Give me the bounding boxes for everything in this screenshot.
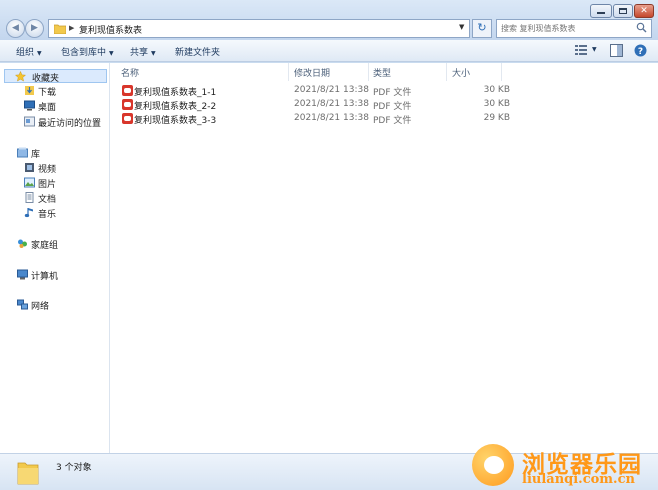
column-divider[interactable] bbox=[368, 63, 369, 81]
breadcrumb-current[interactable]: 复利现值系数表 bbox=[79, 23, 142, 36]
homegroup-icon bbox=[18, 239, 27, 248]
new-folder-button[interactable]: 新建文件夹 bbox=[175, 45, 220, 58]
nav-network-label: 网络 bbox=[31, 302, 50, 312]
share-button[interactable]: 共享 ▼ bbox=[130, 45, 156, 58]
command-bar: 组织 ▼ 包含到库中 ▼ 共享 ▼ 新建文件夹 ▼ ? bbox=[0, 40, 658, 62]
chevron-down-icon: ▼ bbox=[37, 50, 42, 57]
computer-icon bbox=[17, 269, 28, 280]
organize-label: 组织 bbox=[16, 48, 35, 58]
nav-libraries-label: 库 bbox=[31, 150, 41, 160]
video-icon bbox=[25, 163, 34, 172]
column-divider[interactable] bbox=[288, 63, 289, 81]
search-input[interactable] bbox=[501, 22, 631, 35]
chevron-down-icon: ▼ bbox=[109, 50, 114, 57]
navigation-pane: 收藏夹 下载 桌面 最近访问的位置 库 视频 图片 文档 音乐 家庭组 计算机 … bbox=[0, 63, 110, 453]
forward-button[interactable]: ▶ bbox=[25, 19, 44, 38]
file-size: 30 KB bbox=[483, 85, 510, 95]
file-date: 2021/8/21 13:38 bbox=[294, 85, 369, 95]
nav-videos-label: 视频 bbox=[38, 165, 57, 175]
pdf-file-icon bbox=[122, 113, 133, 124]
file-row[interactable]: 复利现值系数表_1-1 2021/8/21 13:38 PDF 文件 30 KB bbox=[120, 84, 510, 98]
view-dropdown-icon[interactable]: ▼ bbox=[592, 46, 597, 53]
maximize-button[interactable] bbox=[613, 4, 633, 18]
nav-pictures-label: 图片 bbox=[38, 180, 57, 190]
new-folder-label: 新建文件夹 bbox=[175, 48, 221, 58]
nav-favorites[interactable]: 收藏夹 bbox=[4, 69, 107, 84]
file-name: 复利现值系数表_1-1 bbox=[134, 88, 217, 98]
music-note-icon bbox=[24, 208, 33, 218]
nav-homegroup-label: 家庭组 bbox=[31, 241, 59, 251]
file-date: 2021/8/21 13:38 bbox=[294, 99, 369, 109]
address-dropdown-icon[interactable]: ▼ bbox=[459, 23, 464, 31]
column-header-name[interactable]: 名称 bbox=[121, 66, 139, 79]
column-divider[interactable] bbox=[501, 63, 502, 81]
file-name: 复利现值系数表_2-2 bbox=[134, 102, 217, 112]
organize-button[interactable]: 组织 ▼ bbox=[16, 45, 42, 58]
forward-arrow-icon: ▶ bbox=[31, 23, 38, 33]
include-in-library-label: 包含到库中 bbox=[61, 48, 107, 58]
file-row[interactable]: 复利现值系数表_2-2 2021/8/21 13:38 PDF 文件 30 KB bbox=[120, 98, 510, 112]
include-in-library-button[interactable]: 包含到库中 ▼ bbox=[61, 45, 114, 58]
column-header-size[interactable]: 大小 bbox=[452, 66, 470, 79]
nav-recent-places-label: 最近访问的位置 bbox=[38, 119, 102, 129]
svg-text:?: ? bbox=[638, 47, 643, 57]
folder-large-icon bbox=[17, 462, 39, 485]
file-name: 复利现值系数表_3-3 bbox=[134, 116, 217, 126]
watermark: 浏览器乐园 liulanqi.com.cn bbox=[470, 441, 656, 489]
library-icon bbox=[17, 147, 28, 158]
share-label: 共享 bbox=[130, 48, 149, 58]
nav-favorites-label: 收藏夹 bbox=[32, 74, 60, 84]
download-folder-icon bbox=[25, 86, 34, 95]
column-header-type[interactable]: 类型 bbox=[373, 66, 391, 79]
file-type: PDF 文件 bbox=[373, 116, 412, 126]
pdf-file-icon bbox=[122, 85, 133, 96]
help-icon[interactable]: ? bbox=[634, 44, 647, 57]
back-arrow-icon: ◀ bbox=[12, 23, 19, 33]
nav-documents-label: 文档 bbox=[38, 195, 57, 205]
watermark-logo-icon bbox=[472, 444, 514, 486]
address-bar[interactable]: ▶ 复利现值系数表 ▼ bbox=[48, 19, 470, 38]
file-size: 29 KB bbox=[483, 113, 510, 123]
minimize-button[interactable] bbox=[590, 4, 612, 18]
search-box[interactable] bbox=[496, 19, 652, 38]
nav-music-label: 音乐 bbox=[38, 210, 57, 220]
pdf-file-icon bbox=[122, 99, 133, 110]
nav-computer-label: 计算机 bbox=[31, 272, 59, 282]
file-type: PDF 文件 bbox=[373, 102, 412, 112]
file-type: PDF 文件 bbox=[373, 88, 412, 98]
nav-desktop-label: 桌面 bbox=[38, 103, 57, 113]
item-count: 3 个对象 bbox=[56, 463, 92, 473]
network-icon bbox=[17, 299, 28, 310]
minimize-icon bbox=[597, 12, 605, 14]
watermark-url: liulanqi.com.cn bbox=[522, 472, 635, 487]
search-icon[interactable] bbox=[636, 22, 647, 33]
nav-downloads-label: 下载 bbox=[38, 88, 57, 98]
column-divider[interactable] bbox=[446, 63, 447, 81]
maximize-icon bbox=[619, 8, 627, 14]
desktop-icon bbox=[24, 100, 35, 111]
recent-places-icon bbox=[24, 116, 35, 127]
file-row[interactable]: 复利现值系数表_3-3 2021/8/21 13:38 PDF 文件 29 KB bbox=[120, 112, 510, 126]
star-icon bbox=[15, 71, 26, 82]
document-icon bbox=[25, 192, 34, 203]
title-bar: ✕ ◀ ▶ ▶ 复利现值系数表 ▼ ↻ bbox=[0, 0, 658, 40]
file-size: 30 KB bbox=[483, 99, 510, 109]
view-options-icon[interactable] bbox=[575, 44, 589, 56]
refresh-icon: ↻ bbox=[477, 21, 487, 34]
picture-icon bbox=[24, 177, 35, 188]
folder-icon bbox=[54, 24, 66, 34]
refresh-button[interactable]: ↻ bbox=[472, 19, 492, 38]
close-button[interactable]: ✕ bbox=[634, 4, 654, 18]
close-icon: ✕ bbox=[640, 6, 648, 16]
file-list-pane: 名称 修改日期 类型 大小 复利现值系数表_1-1 2021/8/21 13:3… bbox=[110, 63, 658, 453]
column-header-date[interactable]: 修改日期 bbox=[294, 66, 330, 79]
breadcrumb-separator-icon[interactable]: ▶ bbox=[69, 24, 74, 32]
preview-pane-icon[interactable] bbox=[610, 44, 623, 57]
back-button[interactable]: ◀ bbox=[6, 19, 25, 38]
file-date: 2021/8/21 13:38 bbox=[294, 113, 369, 123]
chevron-down-icon: ▼ bbox=[151, 50, 156, 57]
